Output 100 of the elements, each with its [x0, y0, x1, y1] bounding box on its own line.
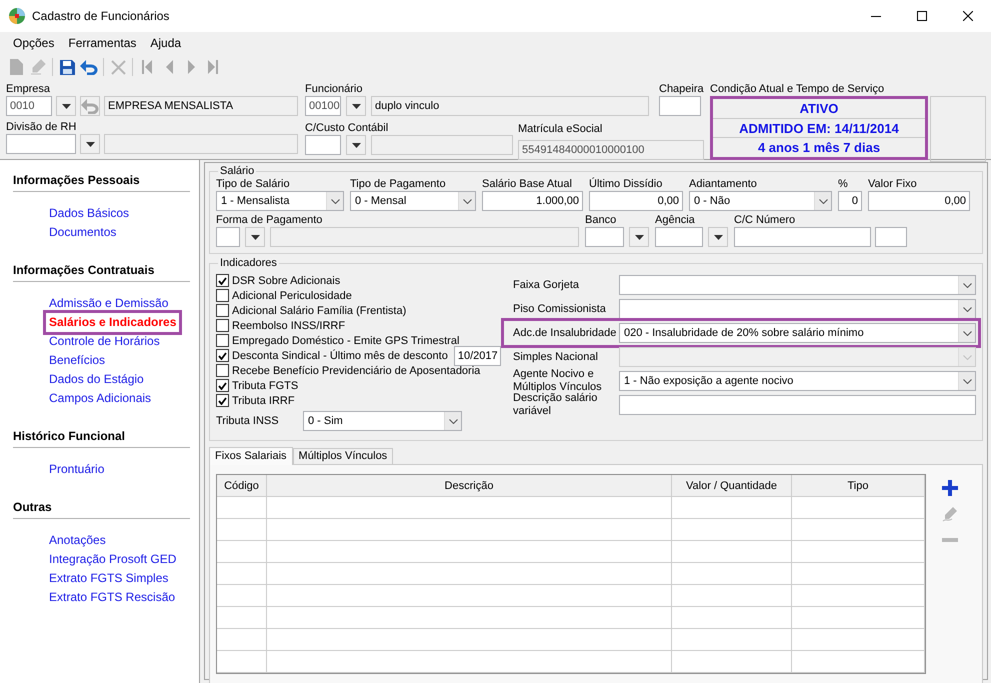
close-icon [963, 11, 973, 21]
caret-icon [714, 234, 722, 240]
dropdown-button[interactable] [56, 96, 76, 116]
checkbox-label: Reembolso INSS/IRRF [232, 320, 346, 332]
input-field[interactable] [104, 134, 298, 154]
caret-icon [352, 104, 360, 108]
dropdown-field[interactable]: 1 - Mensalista [216, 191, 344, 211]
field-label: Faixa Gorjeta [513, 278, 580, 292]
menu-item[interactable]: Ferramentas [61, 36, 144, 50]
maximize-icon [917, 11, 927, 21]
input-field[interactable] [216, 227, 240, 247]
input-field[interactable] [6, 134, 76, 154]
nav-link[interactable]: Benefícios [49, 351, 106, 370]
checkbox[interactable] [216, 319, 229, 332]
chevron-icon [962, 282, 972, 288]
nav-link[interactable]: Anotações [49, 531, 106, 550]
next-icon [188, 60, 194, 74]
section-label: Condição Atual e Tempo de Serviço [710, 82, 886, 96]
dropdown-button[interactable] [346, 135, 366, 155]
dropdown-field[interactable]: 0 - Mensal [350, 191, 476, 211]
dropdown-field[interactable]: 0 - Não [689, 191, 832, 211]
nav-link[interactable]: Controle de Horários [49, 332, 160, 351]
input-field[interactable] [655, 227, 703, 247]
nav-link[interactable]: Dados Básicos [49, 204, 130, 223]
dropdown-button[interactable] [245, 227, 265, 247]
nav-link[interactable]: Prontuário [49, 460, 104, 479]
input-field[interactable]: 0,00 [589, 191, 683, 211]
input-field[interactable]: 1.000,00 [482, 191, 583, 211]
chevron-icon [448, 418, 458, 424]
menu-item[interactable]: Ajuda [143, 36, 188, 50]
menu-item[interactable]: Opções [6, 36, 62, 50]
input-field[interactable]: 0010 [6, 96, 52, 116]
table-cell [217, 519, 267, 541]
checkbox[interactable] [216, 334, 229, 347]
nav-link[interactable]: Extrato FGTS Simples [49, 569, 168, 588]
checkbox[interactable] [216, 394, 229, 407]
tab[interactable]: Fixos Salariais [209, 447, 293, 465]
add-button[interactable] [940, 478, 960, 498]
checkbox[interactable] [216, 304, 229, 317]
table-cell [217, 563, 267, 585]
field-label: Divisão de RH [6, 120, 78, 134]
nav-link[interactable]: Campos Adicionais [49, 389, 152, 408]
tab[interactable]: Múltiplos Vínculos [292, 448, 394, 464]
input-field[interactable] [875, 227, 907, 247]
input-field[interactable]: 0,00 [868, 191, 970, 211]
nav-link[interactable]: Admissão e Demissão [49, 294, 168, 313]
input-field[interactable] [305, 135, 341, 155]
chevron-icon [330, 198, 340, 204]
input-field[interactable] [734, 227, 871, 247]
input-field[interactable]: 55491484000010000100 [518, 140, 704, 160]
last-icon [208, 60, 218, 74]
chevron-icon [462, 198, 472, 204]
nav-link[interactable]: Extrato FGTS Rescisão [49, 588, 176, 607]
minus-icon [942, 538, 958, 542]
checkbox-label: Adicional Periculosidade [232, 290, 352, 302]
checkbox[interactable] [216, 274, 229, 287]
field-label: Tributa INSS [216, 414, 280, 428]
group-title: Indicadores [219, 257, 278, 269]
field-label: Adiantamento [689, 177, 758, 191]
input-field[interactable]: duplo vinculo [371, 96, 649, 116]
checkbox[interactable] [216, 349, 229, 362]
dropdown-field[interactable] [619, 299, 976, 319]
field-label: Tipo de Salário [216, 177, 291, 191]
input-field[interactable] [270, 227, 579, 247]
table-cell [217, 497, 267, 519]
undo-icon [81, 98, 99, 114]
nav-link[interactable]: Integração Prosoft GED [49, 550, 176, 569]
field-label: Chapeira [659, 82, 704, 96]
dropdown-field[interactable]: 0 - Sim [303, 411, 462, 431]
first-icon [142, 60, 152, 74]
dropdown-button[interactable] [346, 96, 366, 116]
checkbox[interactable] [216, 379, 229, 392]
section-title: Informações Contratuais [13, 263, 156, 277]
checkbox[interactable] [216, 289, 229, 302]
group-title: Salário [219, 165, 256, 177]
input-field[interactable] [619, 395, 976, 415]
dropdown-field[interactable]: 1 - Não exposição a agente nocivo [619, 371, 976, 391]
field-label: Salário Base Atual [482, 177, 573, 191]
input-field[interactable]: EMPRESA MENSALISTA [104, 96, 298, 116]
input-field[interactable] [371, 135, 513, 155]
dropdown-button[interactable] [80, 134, 100, 154]
dropdown-field[interactable] [619, 275, 976, 295]
column-header: Código [217, 475, 267, 497]
nav-link[interactable]: Documentos [49, 223, 116, 242]
input-field[interactable] [585, 227, 624, 247]
input-field[interactable]: 00100 [305, 96, 341, 116]
input-field[interactable] [659, 96, 701, 116]
dropdown-button[interactable] [629, 227, 649, 247]
field-label: Agente Nocivo e Múltiplos Vínculos [513, 368, 603, 393]
table-cell [217, 607, 267, 629]
nav-link[interactable]: Salários e Indicadores [46, 313, 180, 332]
input-field[interactable]: 0 [838, 191, 862, 211]
nav-link[interactable]: Dados do Estágio [49, 370, 144, 389]
checkbox[interactable] [216, 364, 229, 377]
pencil-icon [30, 59, 46, 75]
dropdown-button[interactable] [708, 227, 728, 247]
document-icon [10, 59, 22, 75]
dropdown-field[interactable]: 020 - Insalubridade de 20% sobre salário mínimo [619, 323, 976, 343]
field-label: Adc.de Insalubridade [513, 326, 618, 340]
input-field[interactable]: 10/2017 [454, 346, 501, 366]
